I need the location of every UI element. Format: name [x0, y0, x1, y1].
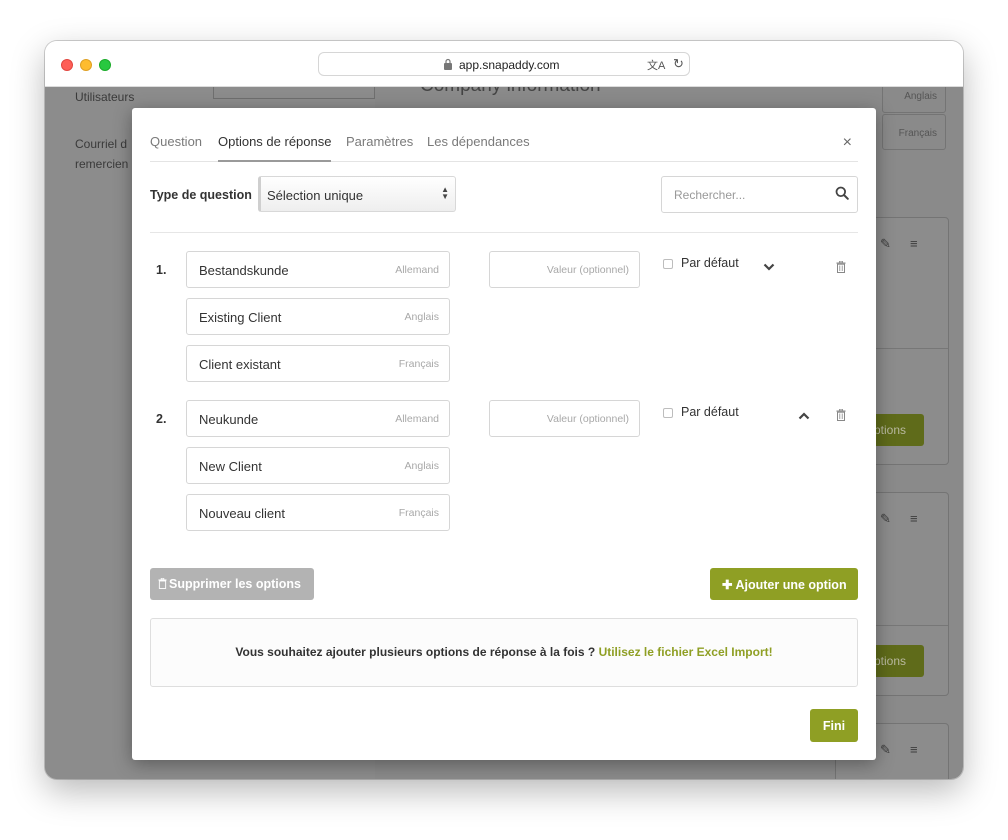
trash-icon[interactable]	[836, 409, 846, 421]
close-window-icon[interactable]	[61, 59, 73, 71]
close-icon[interactable]: ×	[843, 134, 852, 152]
option-translation-language: Français	[398, 507, 439, 519]
default-checkbox-label: Par défaut	[681, 256, 739, 270]
url-text: app.snapaddy.com	[459, 58, 560, 72]
background-field	[213, 87, 375, 99]
select-arrows-icon: ▲ ▼	[441, 185, 449, 201]
tab-answer-options[interactable]: Options de réponse	[218, 134, 332, 162]
tab-dependencies[interactable]: Les dépendances	[427, 134, 530, 162]
trash-icon	[158, 577, 167, 589]
menu-icon: ≡	[910, 236, 918, 251]
translate-icon[interactable]: 文A	[647, 57, 665, 73]
pencil-icon: ✎	[880, 742, 891, 757]
option-translation-field[interactable]: Nouveau client Français	[186, 494, 450, 531]
option-translation-field[interactable]: New Client Anglais	[186, 447, 450, 484]
question-type-label: Type de question	[150, 188, 252, 202]
option-translation-field[interactable]: Neukunde Allemand	[186, 400, 450, 437]
modal-tabs: Question Options de réponse Paramètres L…	[150, 134, 858, 162]
option-translation-value: New Client	[199, 459, 262, 474]
add-option-label: Ajouter une option	[735, 578, 847, 592]
option-translation-language: Anglais	[404, 311, 439, 323]
search-box	[661, 176, 858, 213]
plus-icon: ✚	[722, 578, 736, 592]
option-translation-language: Allemand	[395, 264, 439, 276]
menu-icon: ≡	[910, 511, 918, 526]
chevron-up-icon[interactable]	[798, 412, 810, 420]
option-number: 1.	[156, 263, 167, 277]
option-translation-field[interactable]: Client existant Français	[186, 345, 450, 382]
browser-titlebar: app.snapaddy.com 文A ↻	[45, 41, 963, 87]
info-text: Vous souhaitez ajouter plusieurs options…	[235, 645, 596, 659]
address-bar[interactable]: app.snapaddy.com 文A ↻	[318, 52, 690, 76]
excel-import-info: Vous souhaitez ajouter plusieurs options…	[150, 618, 858, 687]
option-translation-language: Français	[398, 358, 439, 370]
option-translation-field[interactable]: Bestandskunde Allemand	[186, 251, 450, 288]
reload-icon[interactable]: ↻	[673, 56, 684, 72]
option-translation-value: Bestandskunde	[199, 263, 289, 278]
chevron-down-icon[interactable]	[763, 263, 775, 271]
option-translation-value: Client existant	[199, 357, 281, 372]
default-checkbox[interactable]	[663, 259, 673, 269]
question-options-modal: Question Options de réponse Paramètres L…	[132, 108, 876, 760]
option-value-field[interactable]: Valeur (optionnel)	[489, 251, 640, 288]
pencil-icon: ✎	[880, 236, 891, 251]
delete-options-label: Supprimer les options	[169, 577, 301, 591]
delete-options-button[interactable]: Supprimer les options	[150, 568, 314, 600]
maximize-window-icon[interactable]	[99, 59, 111, 71]
option-translation-language: Anglais	[404, 460, 439, 472]
tab-question[interactable]: Question	[150, 134, 202, 162]
divider	[150, 232, 858, 233]
option-number: 2.	[156, 412, 167, 426]
question-type-select[interactable]: Sélection unique ▲ ▼	[258, 176, 456, 212]
option-value-field[interactable]: Valeur (optionnel)	[489, 400, 640, 437]
add-option-button[interactable]: ✚ Ajouter une option	[710, 568, 858, 600]
option-translation-value: Nouveau client	[199, 506, 285, 521]
excel-import-link[interactable]: Utilisez le fichier Excel Import!	[599, 645, 773, 659]
tab-settings[interactable]: Paramètres	[346, 134, 413, 162]
done-button[interactable]: Fini	[810, 709, 858, 742]
menu-icon: ≡	[910, 742, 918, 757]
question-type-value: Sélection unique	[267, 188, 364, 203]
option-translation-language: Allemand	[395, 413, 439, 425]
default-checkbox-label: Par défaut	[681, 405, 739, 419]
search-input[interactable]	[662, 177, 822, 212]
background-options-button: ptions	[872, 414, 924, 446]
background-label-email: Courriel d	[75, 137, 128, 151]
background-label-thanks: remercien	[75, 157, 129, 171]
default-checkbox[interactable]	[663, 408, 673, 418]
option-translation-field[interactable]: Existing Client Anglais	[186, 298, 450, 335]
trash-icon[interactable]	[836, 261, 846, 273]
lock-icon	[444, 58, 452, 70]
minimize-window-icon[interactable]	[80, 59, 92, 71]
background-label-users: Utilisateurs	[75, 90, 135, 104]
background-lang-tag: Français	[882, 114, 946, 150]
background-options-button: ptions	[872, 645, 924, 677]
background-heading: Company information	[420, 87, 601, 97]
option-translation-value: Neukunde	[199, 412, 259, 427]
background-lang-tag: Anglais	[882, 87, 946, 113]
pencil-icon: ✎	[880, 511, 891, 526]
search-icon[interactable]	[835, 186, 849, 200]
option-translation-value: Existing Client	[199, 310, 282, 325]
